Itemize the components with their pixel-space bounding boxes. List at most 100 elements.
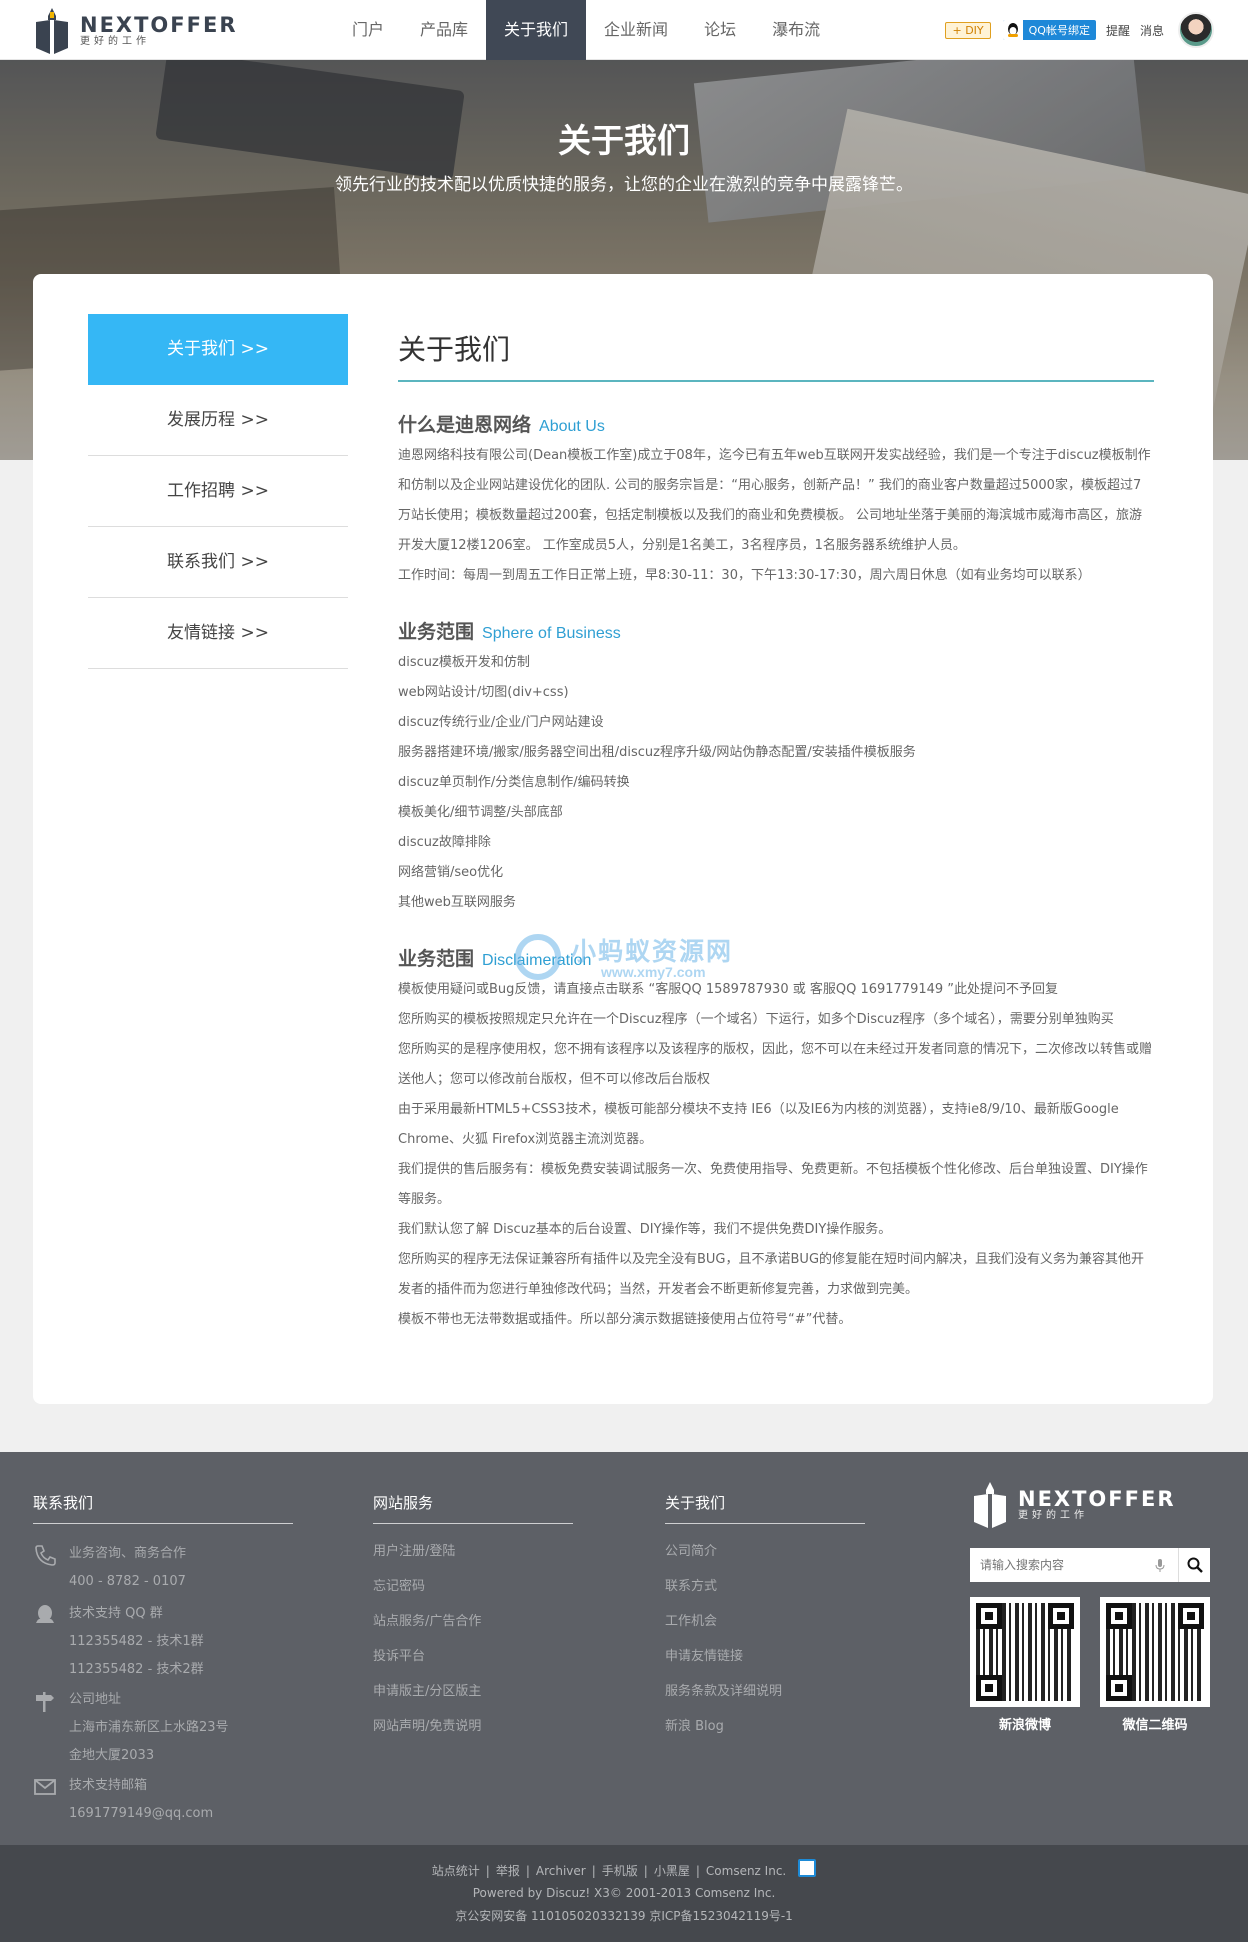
footer-service: 网站服务 用户注册/登陆 忘记密码 站点服务/广告合作 投诉平台 申请版主/分区…: [373, 1492, 573, 1744]
list-item: 您所购买的模板按照规定只允许在一个Discuz程序（一个域名）下运行，如多个Di…: [398, 1012, 1114, 1027]
watermark: 小蚂蚁资源网 www.xmy7.com: [515, 930, 795, 990]
footer-logo-icon: [970, 1480, 1010, 1530]
list-item: 服务器搭建环境/搬家/服务器空间出租/discuz程序升级/网站伪静态配置/安装…: [398, 745, 916, 760]
link-blackroom[interactable]: 小黑屋: [654, 1864, 690, 1878]
qq-bind-label: QQ帐号绑定: [1028, 24, 1090, 37]
icp-record[interactable]: 京公安网安备 11010502033213​9 京ICP备1523042119号…: [0, 1906, 1248, 1926]
contact-email-label: 技术支持邮箱: [69, 1778, 148, 1793]
link-mobile[interactable]: 手机版: [602, 1864, 638, 1878]
list-item: discuz传统行业/企业/门户网站建设: [398, 715, 604, 730]
watermark-logo-icon: [515, 934, 561, 980]
logo-mark-icon: [32, 6, 72, 56]
contact-address-line-1: 上海市浦东新区上水路23号: [69, 1720, 229, 1735]
diy-label: DIY: [965, 23, 984, 37]
list-item: discuz单页制作/分类信息制作/编码转换: [398, 775, 630, 790]
contact-qq: 技术支持 QQ 群 112355482 - 技术1群 112355482 - 技…: [33, 1600, 204, 1684]
diy-button[interactable]: + DIY: [945, 21, 991, 39]
logo-name: NEXTOFFER: [80, 13, 238, 37]
contact-email: 技术支持邮箱 1691779149@qq.com: [33, 1772, 213, 1828]
footer-service-title: 网站服务: [373, 1492, 573, 1524]
section-title-en: Sphere of Business: [482, 625, 621, 642]
contact-address: 公司地址 上海市浦东新区上水路23号 金地大厦2033: [33, 1686, 229, 1770]
remind-link[interactable]: 提醒: [1106, 22, 1130, 39]
nav-portal[interactable]: 门户: [334, 0, 402, 60]
qr-code-weibo: [970, 1597, 1080, 1707]
link-archiver[interactable]: Archiver: [536, 1864, 586, 1878]
sidebar-item-about[interactable]: 关于我们 >>: [88, 314, 348, 385]
link-report[interactable]: 举报: [496, 1864, 520, 1878]
search-button[interactable]: [1178, 1548, 1210, 1582]
section-title: 业务范围: [398, 621, 475, 643]
footer-link-register[interactable]: 用户注册/登陆: [373, 1534, 573, 1569]
nav-products[interactable]: 产品库: [402, 0, 486, 60]
watermark-url: www.xmy7.com: [601, 964, 706, 980]
footer-about: 关于我们 公司简介 联系方式 工作机会 申请友情链接 服务条款及详细说明 新浪 …: [665, 1492, 865, 1744]
qq-bind-button[interactable]: QQ帐号绑定: [1002, 20, 1096, 40]
list-item: 由于采用最新HTML5+CSS3技术，模板可能部分模块不支持 IE6（以及IE6…: [398, 1102, 1119, 1147]
contact-qq-group-1: 112355482 - 技术1群: [69, 1634, 204, 1649]
footer-link-disclaimer[interactable]: 网站声明/免责说明: [373, 1709, 573, 1744]
diy-plus-icon: +: [952, 23, 962, 37]
footer-logo-tagline: 更好的工作: [1018, 1510, 1088, 1521]
contact-phone-number: 400 - 8782 - 0107: [69, 1574, 186, 1589]
qr-label-weibo: 新浪微博: [998, 1718, 1051, 1733]
about-paragraph: 迪恩网络科技有限公司(Dean模板工作室)成立于08年，迄今已有五年web互联网…: [398, 448, 1151, 553]
list-item: 模板美化/细节调整/头部底部: [398, 805, 563, 820]
content-card: 关于我们 >> 发展历程 >> 工作招聘 >> 联系我们 >> 友情链接 >> …: [33, 274, 1213, 1404]
footer-link-careers[interactable]: 工作机会: [665, 1604, 865, 1639]
mail-icon: [33, 1776, 57, 1798]
section-title-en: About Us: [539, 418, 605, 435]
microphone-icon[interactable]: [1155, 1558, 1165, 1572]
contact-qq-label: 技术支持 QQ 群: [69, 1606, 163, 1621]
qr-code-wechat: [1100, 1597, 1210, 1707]
section-title: 业务范围: [398, 948, 475, 970]
list-item: 我们提供的售后服务有：模板免费安装调试服务一次、免费使用指导、免费更新。不包括模…: [398, 1162, 1148, 1207]
working-hours: 工作时间：每周一到周五工作日正常上班，早8:30-11：30，下午13:30-1…: [398, 568, 1091, 583]
contact-address-label: 公司地址: [69, 1692, 122, 1707]
nav-about[interactable]: 关于我们: [486, 0, 587, 60]
business-list: discuz模板开发和仿制 web网站设计/切图(div+css) discuz…: [398, 648, 1154, 918]
sidebar-item-history[interactable]: 发展历程 >>: [88, 385, 348, 456]
list-item: 其他web互联网服务: [398, 895, 516, 910]
contact-email-address[interactable]: 1691779149@qq.com: [69, 1800, 213, 1828]
footer-link-contact[interactable]: 联系方式: [665, 1569, 865, 1604]
footer-link-complaints[interactable]: 投诉平台: [373, 1639, 573, 1674]
footer-contact-title: 联系我们: [33, 1492, 293, 1524]
disclaimer-list: 模板使用疑问或Bug反馈，请直接点击联系 “客服QQ 1589787930 或 …: [398, 975, 1154, 1335]
list-item: 模板不带也无法带数据或插件。所以部分演示数据链接使用占位符号“#”代替。: [398, 1312, 852, 1327]
messages-link[interactable]: 消息: [1140, 22, 1164, 39]
footer-link-company[interactable]: 公司简介: [665, 1534, 865, 1569]
nav-waterfall[interactable]: 瀑布流: [754, 0, 838, 60]
site-logo[interactable]: NEXTOFFER 更好的工作: [32, 6, 238, 56]
link-stats[interactable]: 站点统计: [432, 1864, 480, 1878]
contact-qq-group-2: 112355482 - 技术2群: [69, 1662, 204, 1677]
banner-subtitle: 领先行业的技术配以优质快捷的服务，让您的企业在激烈的竞争中展露锋芒。: [335, 175, 913, 195]
footer-about-title: 关于我们: [665, 1492, 865, 1524]
bottom-links: 站点统计 | 举报 | Archiver | 手机版 | 小黑屋 | Comsenz Inc.: [0, 1858, 1248, 1881]
footer-link-ads[interactable]: 站点服务/广告合作: [373, 1604, 573, 1639]
stats-badge-icon[interactable]: [798, 1858, 817, 1877]
nav-news[interactable]: 企业新闻: [586, 0, 686, 60]
search-input[interactable]: [970, 1548, 1175, 1582]
list-item: 您所购买的是程序使用权，您不拥有该程序以及该程序的版权，因此，您不可以在未经过开…: [398, 1042, 1153, 1087]
sidebar-item-jobs[interactable]: 工作招聘 >>: [88, 456, 348, 527]
list-item: web网站设计/切图(div+css): [398, 685, 569, 700]
link-comsenz[interactable]: Comsenz Inc.: [706, 1864, 786, 1878]
sidebar-item-links[interactable]: 友情链接 >>: [88, 598, 348, 669]
sidebar-item-contact[interactable]: 联系我们 >>: [88, 527, 348, 598]
footer-link-blog[interactable]: 新浪 Blog: [665, 1709, 865, 1744]
footer-logo-name: NEXTOFFER: [1018, 1487, 1176, 1511]
footer-logo[interactable]: NEXTOFFER 更好的工作: [970, 1480, 1176, 1530]
section-heading-about: 什么是迪恩网络 About Us: [398, 410, 1154, 437]
nav-forum[interactable]: 论坛: [686, 0, 754, 60]
user-avatar[interactable]: [1178, 12, 1214, 48]
section-title: 什么是迪恩网络: [398, 414, 532, 436]
footer-search-box: [970, 1548, 1210, 1582]
qq-icon: [33, 1604, 57, 1626]
footer-link-moderator[interactable]: 申请版主/分区版主: [373, 1674, 573, 1709]
banner-title: 关于我们: [558, 121, 690, 160]
footer-link-forgot-password[interactable]: 忘记密码: [373, 1569, 573, 1604]
footer-link-terms[interactable]: 服务条款及详细说明: [665, 1674, 865, 1709]
footer-link-friend-links[interactable]: 申请友情链接: [665, 1639, 865, 1674]
user-toolbar: + DIY QQ帐号绑定 提醒 消息: [945, 12, 1214, 48]
